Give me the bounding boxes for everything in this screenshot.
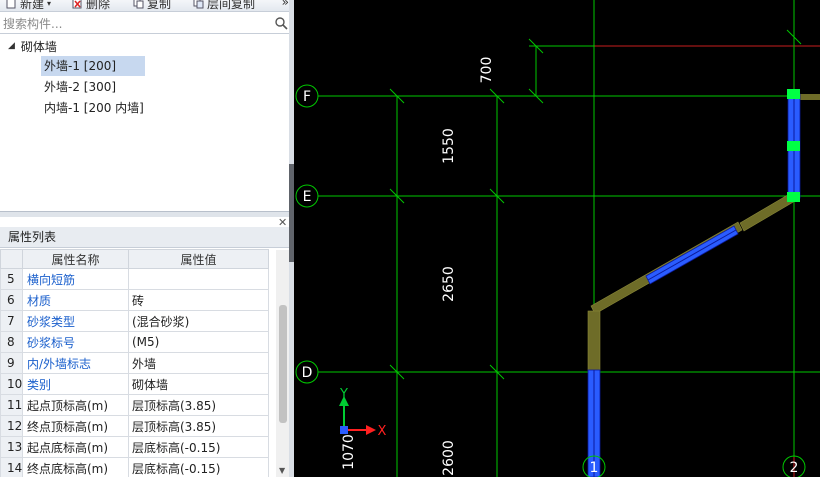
ucs-y-label: Y	[339, 387, 348, 402]
property-row[interactable]: 8 砂浆标号 (M5)	[0, 331, 269, 353]
property-row[interactable]: 6 材质砖	[0, 289, 269, 311]
toolbar-more-button[interactable]: »	[282, 0, 289, 9]
header-property-value: 属性值	[128, 249, 269, 269]
properties-table: 属性名称 属性值 5 横向短筋 6 材质砖 7 砂浆类型 (混合砂浆) 8 砂浆标号 (M5) 9 内…	[0, 249, 269, 477]
property-value[interactable]: 层底标高(-0.15)	[128, 457, 269, 477]
dimension-1550: 1550	[441, 128, 457, 164]
property-row[interactable]: 14 终点底标高(m) 层底标高(-0.15)	[0, 457, 269, 477]
axis-label-d: D	[302, 365, 313, 381]
diagonal-wall-segment-upper[interactable]	[739, 192, 796, 232]
component-toolbar: 新建 ▾ 删除 复制 层间复制 »	[0, 0, 293, 12]
search-icon[interactable]	[274, 16, 288, 30]
properties-title: 属性列表	[0, 227, 293, 248]
new-button[interactable]: 新建 ▾	[6, 0, 51, 11]
floor-copy-label: 层间复制	[207, 0, 256, 11]
property-name: 砂浆标号	[22, 331, 129, 353]
property-name: 材质	[22, 289, 129, 311]
property-row-number: 5	[0, 268, 23, 290]
dimension-1070: 1070	[341, 434, 357, 470]
ucs-icon: Y X	[339, 387, 387, 439]
delete-icon	[72, 0, 83, 9]
property-name: 类别	[22, 373, 129, 395]
property-row[interactable]: 10 类别 砌体墙	[0, 373, 269, 395]
component-tree: ◢ 砌体墙 外墙-1 [200] 外墙-2 [300] 内墙-1 [200 内墙…	[0, 35, 293, 211]
property-value[interactable]: 砖	[128, 289, 269, 311]
property-name: 终点底标高(m)	[22, 457, 129, 477]
grip-node-bottom[interactable]	[787, 192, 800, 202]
axis-label-f: F	[303, 89, 311, 105]
new-dropdown-icon[interactable]: ▾	[47, 0, 51, 8]
search-bar	[0, 13, 293, 34]
floor-copy-icon	[193, 0, 204, 9]
copy-label: 复制	[147, 0, 172, 11]
drawing-canvas[interactable]: F E D 1 2 700 1550 2650 2600 1070 Y X	[294, 0, 820, 477]
property-row[interactable]: 9 内/外墙标志 外墙	[0, 352, 269, 374]
delete-label: 删除	[86, 0, 111, 11]
property-row[interactable]: 12 终点顶标高(m) 层顶标高(3.85)	[0, 415, 269, 437]
dimension-2650: 2650	[441, 266, 457, 302]
grip-node-top[interactable]	[787, 89, 800, 99]
property-row-number: 12	[0, 415, 23, 437]
property-value[interactable]: (M5)	[128, 331, 269, 353]
property-name: 砂浆类型	[22, 310, 129, 332]
property-row-number: 14	[0, 457, 23, 477]
grip-node-mid[interactable]	[787, 141, 800, 151]
property-value[interactable]: 外墙	[128, 352, 269, 374]
ucs-x-label: X	[378, 424, 387, 439]
property-name: 终点顶标高(m)	[22, 415, 129, 437]
property-value[interactable]: (混合砂浆)	[128, 310, 269, 332]
wall-window-midline	[647, 229, 737, 281]
property-row[interactable]: 7 砂浆类型 (混合砂浆)	[0, 310, 269, 332]
property-name: 横向短筋	[22, 268, 129, 290]
search-input[interactable]	[3, 15, 269, 32]
property-row-number: 9	[0, 352, 23, 374]
property-row[interactable]: 5 横向短筋	[0, 268, 269, 290]
property-name: 内/外墙标志	[22, 352, 129, 374]
property-value[interactable]	[128, 268, 269, 290]
left-panel: 新建 ▾ 删除 复制 层间复制 » ◢	[0, 0, 294, 477]
property-row[interactable]: 11 起点顶标高(m) 层顶标高(3.85)	[0, 394, 269, 416]
axis-label-1: 1	[590, 460, 599, 476]
collapse-triangle-icon[interactable]: ◢	[8, 41, 15, 51]
copy-icon	[133, 0, 144, 9]
property-name: 起点顶标高(m)	[22, 394, 129, 416]
new-label: 新建	[20, 0, 45, 11]
property-row-number: 6	[0, 289, 23, 311]
tree-item-exterior-wall-1[interactable]: 外墙-1 [200]	[41, 56, 145, 76]
tree-root-label: 砌体墙	[20, 39, 57, 54]
scroll-down-icon[interactable]: ▼	[279, 466, 285, 475]
scrollbar-thumb[interactable]	[279, 305, 287, 423]
tree-root-masonry-wall[interactable]: ◢ 砌体墙	[8, 37, 57, 55]
dimension-700: 700	[479, 57, 495, 84]
floor-copy-button[interactable]: 层间复制	[193, 0, 255, 11]
property-name: 起点底标高(m)	[22, 436, 129, 458]
header-num	[0, 249, 23, 269]
plan-drawing[interactable]: F E D 1 2 700 1550 2650 2600 1070 Y X	[294, 0, 820, 477]
axis-label-2: 2	[790, 460, 799, 476]
properties-scrollbar[interactable]: ▼	[276, 250, 290, 477]
new-icon	[6, 0, 17, 9]
property-row-number: 10	[0, 373, 23, 395]
axis-label-e: E	[303, 189, 312, 205]
property-value[interactable]: 层底标高(-0.15)	[128, 436, 269, 458]
property-value[interactable]: 层顶标高(3.85)	[128, 415, 269, 437]
properties-header-row: 属性名称 属性值	[0, 249, 269, 269]
dimension-2600: 2600	[441, 440, 457, 476]
panel-splitter[interactable]	[0, 211, 293, 217]
property-row-number: 7	[0, 310, 23, 332]
property-value[interactable]: 砌体墙	[128, 373, 269, 395]
property-row[interactable]: 13 起点底标高(m) 层底标高(-0.15)	[0, 436, 269, 458]
vertical-wall-segment[interactable]	[587, 310, 601, 374]
copy-button[interactable]: 复制	[133, 0, 171, 11]
property-value[interactable]: 层顶标高(3.85)	[128, 394, 269, 416]
property-row-number: 13	[0, 436, 23, 458]
tree-item-exterior-wall-2[interactable]: 外墙-2 [300]	[41, 77, 119, 97]
property-row-number: 11	[0, 394, 23, 416]
header-property-name: 属性名称	[22, 249, 129, 269]
delete-button[interactable]: 删除	[72, 0, 110, 11]
property-row-number: 8	[0, 331, 23, 353]
tree-item-interior-wall-1[interactable]: 内墙-1 [200 内墙]	[41, 98, 147, 118]
